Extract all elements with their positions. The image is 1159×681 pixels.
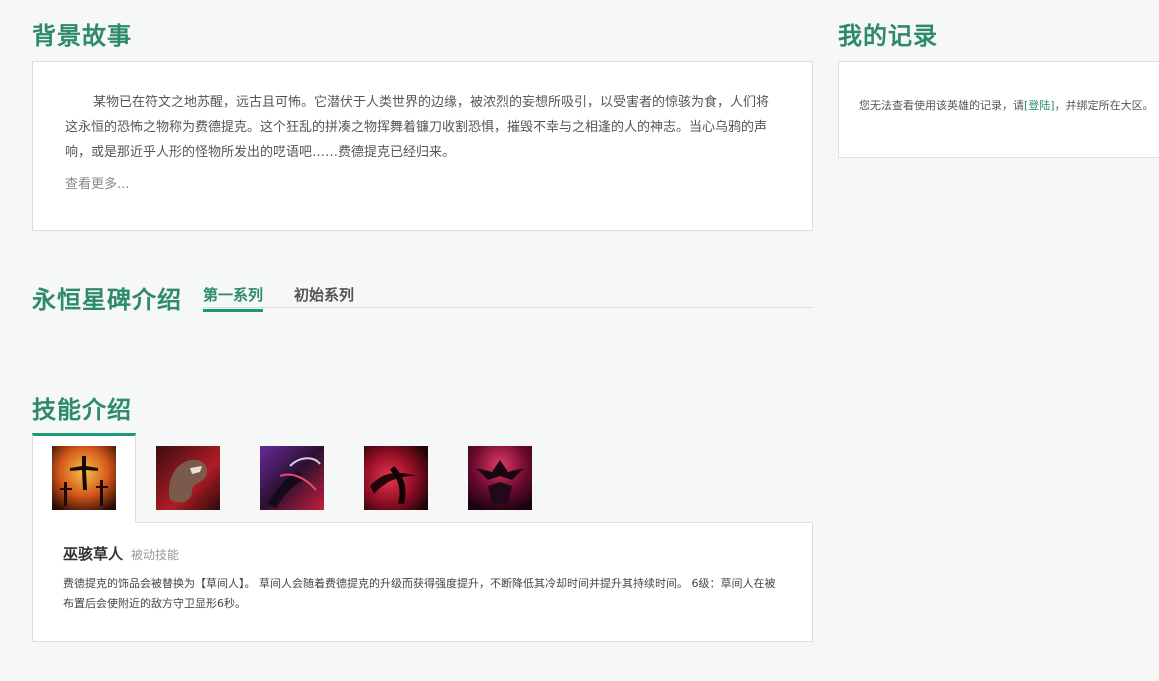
crowstorm-icon[interactable] xyxy=(468,446,532,510)
story-text: 某物已在符文之地苏醒，远古且可怖。它潜伏于人类世界的边缘，被浓烈的妄想所吸引，以… xyxy=(65,95,770,160)
skill-type: 被动技能 xyxy=(131,548,180,562)
scarecrow-icon[interactable] xyxy=(52,446,116,510)
record-title: 我的记录 xyxy=(838,22,938,50)
skill-detail-card: 巫骇草人 被动技能 费德提克的饰品会被替换为【草间人】。 草间人会随着费德提克的升… xyxy=(32,522,813,642)
login-link[interactable]: [登陆] xyxy=(1024,99,1055,112)
eternals-title: 永恒星碑介绍 xyxy=(32,286,182,314)
drain-icon[interactable] xyxy=(260,446,324,510)
story-more-link[interactable]: 查看更多... xyxy=(65,173,129,192)
skill-name: 巫骇草人 xyxy=(63,545,124,563)
tab-first-series[interactable]: 第一系列 xyxy=(203,284,264,312)
flay-icon[interactable] xyxy=(364,446,428,510)
skills-title: 技能介绍 xyxy=(32,396,132,424)
record-text-before: 您无法查看使用该英雄的记录，请 xyxy=(859,99,1024,112)
terrify-icon[interactable] xyxy=(156,446,220,510)
record-text-after: ，并绑定所在大区。 xyxy=(1054,99,1154,112)
tab-origin-series[interactable]: 初始系列 xyxy=(294,284,354,309)
story-card: 某物已在符文之地苏醒，远古且可怖。它潜伏于人类世界的边缘，被浓烈的妄想所吸引，以… xyxy=(32,61,813,231)
story-title: 背景故事 xyxy=(32,22,132,50)
record-card: 您无法查看使用该英雄的记录，请[登陆]，并绑定所在大区。 xyxy=(838,61,1159,158)
skill-description: 费德提克的饰品会被替换为【草间人】。 草间人会随着费德提克的升级而获得强度提升，… xyxy=(63,577,776,610)
